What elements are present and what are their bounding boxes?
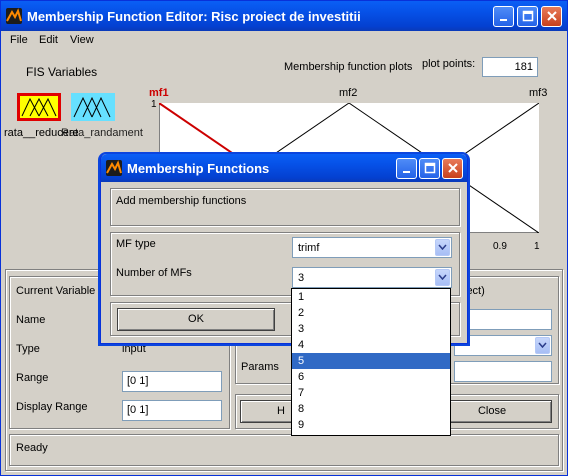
num-mfs-option[interactable]: 1 xyxy=(292,289,450,305)
current-variable-header: Current Variable xyxy=(16,285,96,297)
num-mfs-option[interactable]: 9 xyxy=(292,417,450,433)
display-range-input[interactable]: [0 1] xyxy=(122,400,222,421)
type-value: input xyxy=(122,343,146,355)
display-range-label: Display Range xyxy=(16,401,88,413)
chevron-down-icon xyxy=(535,337,550,354)
x-tick-1: 1 xyxy=(534,241,540,252)
num-mfs-option[interactable]: 4 xyxy=(292,337,450,353)
mf-type-label: MF type xyxy=(116,238,156,250)
mf-options-panel: MF type trimf Number of MFs 3 xyxy=(110,232,460,296)
menu-edit[interactable]: Edit xyxy=(39,34,58,46)
menu-file[interactable]: File xyxy=(10,34,28,46)
window-title: Membership Function Editor: Risc proiect… xyxy=(27,9,361,24)
output-variable-label: Rata_randament xyxy=(61,127,143,139)
params-label: Params xyxy=(241,361,279,373)
range-input[interactable]: [0 1] xyxy=(122,371,222,392)
menu-view[interactable]: View xyxy=(70,34,94,46)
params-input[interactable] xyxy=(454,361,552,382)
dialog-title: Membership Functions xyxy=(127,161,270,176)
plot-points-label: plot points: xyxy=(422,58,476,70)
status-panel: Ready xyxy=(9,434,559,466)
num-mfs-option[interactable]: 6 xyxy=(292,369,450,385)
dialog-close-button[interactable] xyxy=(442,158,463,179)
prompt-panel: Add membership functions xyxy=(110,188,460,226)
dialog-title-bar[interactable]: Membership Functions xyxy=(101,154,467,182)
num-mfs-option[interactable]: 3 xyxy=(292,321,450,337)
minimize-button[interactable] xyxy=(493,6,514,27)
num-mfs-option[interactable]: 7 xyxy=(292,385,450,401)
matlab-app-icon xyxy=(6,8,22,24)
dialog-minimize-button[interactable] xyxy=(396,158,417,179)
mf3-label[interactable]: mf3 xyxy=(529,87,547,99)
menu-bar: File Edit View xyxy=(1,31,567,51)
ok-button[interactable]: OK xyxy=(117,308,275,331)
range-label: Range xyxy=(16,372,49,384)
name-label: Name xyxy=(16,314,46,326)
mf-type-select[interactable] xyxy=(454,335,552,356)
chevron-down-icon xyxy=(435,269,450,286)
chevron-down-icon xyxy=(435,239,450,256)
plot-title: Membership function plots xyxy=(284,61,413,73)
mf1-label[interactable]: mf1 xyxy=(149,87,169,99)
matlab-app-icon xyxy=(106,160,122,176)
mf2-label[interactable]: mf2 xyxy=(339,87,357,99)
mf-name-input[interactable] xyxy=(454,309,552,330)
maximize-button[interactable] xyxy=(517,6,538,27)
plot-points-input[interactable]: 181 xyxy=(482,57,538,77)
num-mfs-label: Number of MFs xyxy=(116,267,192,279)
title-bar[interactable]: Membership Function Editor: Risc proiect… xyxy=(1,1,567,31)
num-mfs-dropdown-list: 1 2 3 4 5 6 7 8 9 xyxy=(291,288,451,436)
input-variable-icon[interactable] xyxy=(17,93,61,121)
status-text: Ready xyxy=(16,442,48,454)
num-mfs-option[interactable]: 8 xyxy=(292,401,450,417)
fis-variables-header: FIS Variables xyxy=(26,65,98,79)
prompt-text: Add membership functions xyxy=(116,195,247,207)
type-label: Type xyxy=(16,343,40,355)
mf-type-combo[interactable]: trimf xyxy=(292,237,452,258)
mf-type-value: trimf xyxy=(298,242,320,254)
num-mfs-value: 3 xyxy=(298,272,305,284)
close-window-button[interactable] xyxy=(541,6,562,27)
y-tick-1: 1 xyxy=(151,99,157,110)
x-tick-0-9: 0.9 xyxy=(493,241,507,252)
output-variable-icon[interactable] xyxy=(71,93,115,121)
num-mfs-option[interactable]: 2 xyxy=(292,305,450,321)
num-mfs-combo[interactable]: 3 xyxy=(292,267,452,288)
dialog-maximize-button[interactable] xyxy=(419,158,440,179)
num-mfs-option-highlighted[interactable]: 5 xyxy=(292,353,450,369)
